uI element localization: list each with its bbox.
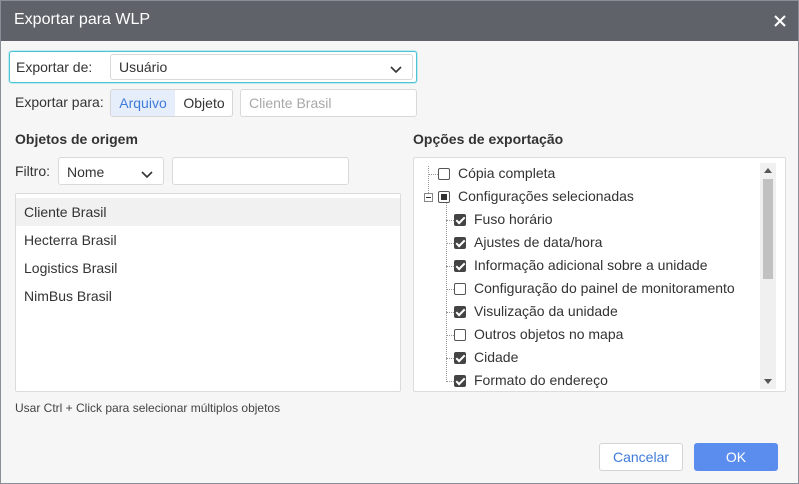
tree-connector: [446, 202, 447, 382]
option-checkbox[interactable]: [454, 352, 466, 364]
scroll-up-icon[interactable]: [764, 168, 772, 173]
export-to-toggle: Arquivo Objeto: [110, 89, 233, 117]
source-objects-list: Cliente Brasil Hecterra Brasil Logistics…: [15, 193, 401, 392]
export-options-title: Opções de exportação: [413, 131, 564, 147]
option-label: Ajustes de data/hora: [474, 234, 603, 250]
export-from-row: Exportar de: Usuário: [9, 51, 417, 83]
option-label: Outros objetos no mapa: [474, 326, 624, 342]
tree-connector: [446, 289, 454, 290]
option-label: Configuração do painel de monitoramento: [474, 280, 735, 296]
cancel-button[interactable]: Cancelar: [599, 443, 683, 471]
list-item[interactable]: Hecterra Brasil: [16, 226, 400, 254]
filter-type-value: Nome: [67, 164, 105, 180]
option-checkbox[interactable]: [454, 260, 466, 272]
export-from-value: Usuário: [119, 59, 168, 75]
export-from-select[interactable]: Usuário: [110, 54, 413, 80]
full-copy-checkbox[interactable]: [438, 168, 450, 180]
chevron-down-icon: [390, 62, 402, 74]
source-objects-title: Objetos de origem: [15, 131, 138, 147]
export-to-label: Exportar para:: [15, 94, 104, 110]
option-checkbox[interactable]: [454, 237, 466, 249]
filter-label: Filtro:: [15, 163, 50, 179]
scroll-down-icon[interactable]: [764, 379, 772, 384]
list-item[interactable]: NimBus Brasil: [16, 282, 400, 310]
list-item[interactable]: Logistics Brasil: [16, 254, 400, 282]
tree-connector: [446, 220, 454, 221]
dialog-title: Exportar para WLP: [14, 11, 151, 28]
option-label: Cidade: [474, 349, 519, 365]
dialog-titlebar: Exportar para WLP: [1, 1, 798, 41]
selected-settings-checkbox[interactable]: [438, 191, 450, 203]
tree-connector: [446, 381, 454, 382]
export-target-input[interactable]: Cliente Brasil: [240, 89, 417, 117]
export-to-object-option[interactable]: Objeto: [175, 90, 232, 116]
option-label: Visulização da unidade: [474, 303, 618, 319]
tree-connector: [446, 358, 454, 359]
close-icon[interactable]: [770, 11, 790, 31]
collapse-icon[interactable]: [424, 193, 433, 202]
option-label: Informação adicional sobre a unidade: [474, 257, 708, 273]
option-checkbox[interactable]: [454, 329, 466, 341]
tree-connector: [446, 266, 454, 267]
filter-input[interactable]: [172, 157, 349, 185]
tree-connector: [446, 335, 454, 336]
export-to-file-option[interactable]: Arquivo: [111, 90, 175, 116]
scroll-thumb[interactable]: [763, 179, 773, 279]
ok-button[interactable]: OK: [694, 443, 778, 471]
tree-connector: [446, 312, 454, 313]
multi-select-hint: Usar Ctrl + Click para selecionar múltip…: [15, 401, 281, 415]
full-copy-label: Cópia completa: [458, 165, 556, 181]
filter-type-select[interactable]: Nome: [58, 157, 164, 185]
tree-scrollbar[interactable]: [760, 163, 776, 389]
tree-connector: [428, 174, 438, 175]
option-checkbox[interactable]: [454, 306, 466, 318]
option-label: Formato do endereço: [474, 372, 608, 388]
export-from-label: Exportar de:: [16, 59, 93, 75]
tree-connector: [446, 243, 454, 244]
option-checkbox[interactable]: [454, 283, 466, 295]
selected-settings-label: Configurações selecionadas: [458, 188, 634, 204]
list-item[interactable]: Cliente Brasil: [16, 198, 400, 226]
option-checkbox[interactable]: [454, 214, 466, 226]
chevron-down-icon: [141, 167, 153, 179]
export-options-tree: Cópia completa Configurações selecionada…: [413, 157, 786, 392]
option-label: Fuso horário: [474, 211, 553, 227]
option-checkbox[interactable]: [454, 375, 466, 387]
export-wlp-dialog: Exportar para WLP Exportar de: Usuário E…: [0, 0, 799, 484]
